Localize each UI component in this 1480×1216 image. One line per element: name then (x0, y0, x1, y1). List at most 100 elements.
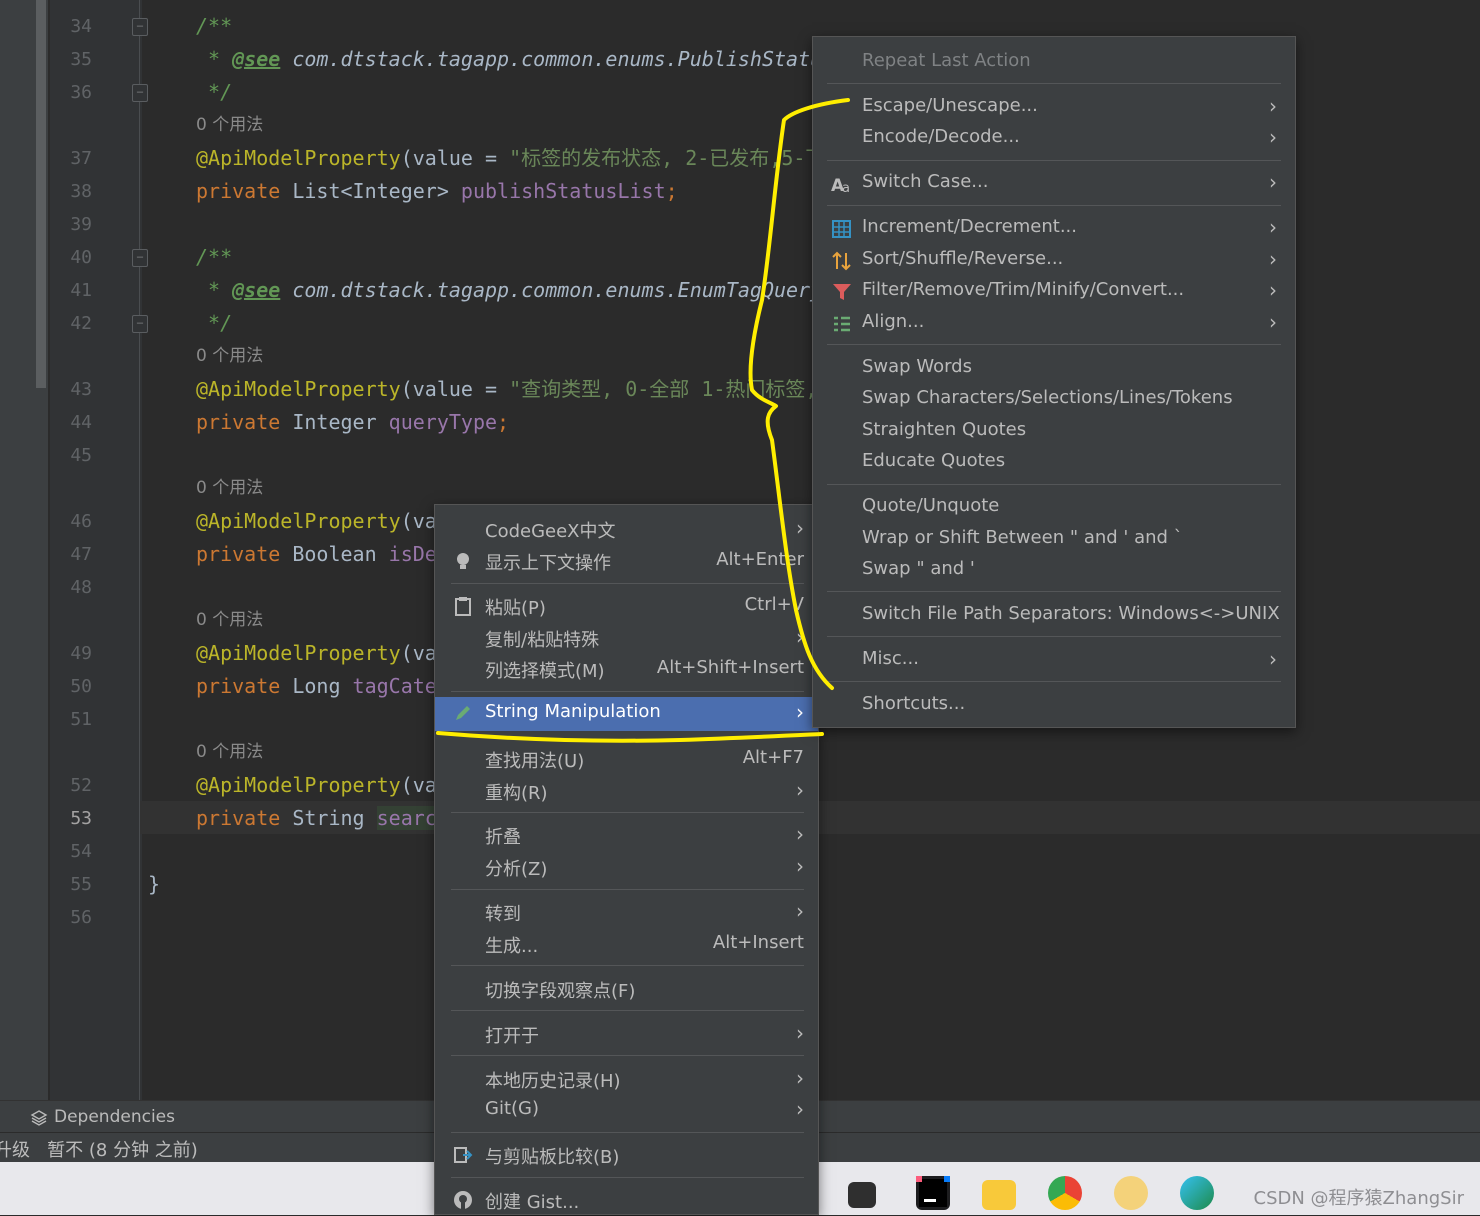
menu-item-label: String Manipulation (485, 701, 661, 722)
menu-item-refactor[interactable]: 重构(R) › (435, 775, 818, 807)
usage-hint[interactable]: 0 个用法 (196, 340, 263, 373)
submenu-item-filter-remove-trim[interactable]: Filter/Remove/Trim/Minify/Convert... › (813, 275, 1295, 307)
menu-separator (827, 591, 1281, 592)
code-line-41: * @see com.dtstack.tagapp.common.enums.E… (196, 274, 822, 307)
usage-hint[interactable]: 0 个用法 (196, 736, 263, 769)
submenu-item-swap-words[interactable]: Swap Words (813, 352, 1295, 384)
submenu-item-switch-case[interactable]: Aa Switch Case... › (813, 167, 1295, 199)
submenu-item-quote-unquote[interactable]: Quote/Unquote (813, 491, 1295, 523)
chevron-right-icon: › (1269, 125, 1277, 149)
menu-item-paste[interactable]: 粘贴(P) Ctrl+V (435, 590, 818, 622)
chevron-right-icon: › (1269, 94, 1277, 118)
menu-item-find-usages[interactable]: 查找用法(U) Alt+F7 (435, 743, 818, 775)
code-line-55: } (148, 868, 160, 901)
menu-separator (451, 1010, 804, 1011)
field-name: isDe (388, 542, 437, 566)
fold-marker-icon[interactable]: − (132, 315, 148, 333)
code-line-35: * @see com.dtstack.tagapp.common.enums.P… (196, 43, 822, 76)
menu-item-codegeex[interactable]: CodeGeeX中文 › (435, 513, 818, 545)
string-literal: "查询类型, 0-全部 1-热门标签,2 (509, 377, 830, 401)
fold-marker-icon[interactable]: − (132, 84, 148, 102)
menu-separator (827, 636, 1281, 637)
chevron-right-icon: › (1269, 215, 1277, 239)
submenu-item-escape-unescape[interactable]: Escape/Unescape... › (813, 91, 1295, 123)
intellij-logo-icon (916, 1176, 950, 1207)
usage-hint[interactable]: 0 个用法 (196, 604, 263, 637)
submenu-item-sort-shuffle-reverse[interactable]: Sort/Shuffle/Reverse... › (813, 244, 1295, 276)
editor-context-menu[interactable]: CodeGeeX中文 › 显示上下文操作 Alt+Enter 粘贴(P) Ctrl+V… (434, 504, 819, 1215)
code-text: (value = (400, 146, 510, 170)
app-window-icon[interactable] (848, 1182, 876, 1208)
filter-funnel-icon (833, 284, 851, 300)
menu-item-generate[interactable]: 生成... Alt+Insert (435, 928, 818, 960)
keyword: private (196, 674, 281, 698)
file-explorer-icon[interactable] (982, 1180, 1016, 1210)
type-name: List<Integer> (280, 179, 461, 203)
menu-item-compare-with-clipboard[interactable]: 与剪贴板比较(B) (435, 1139, 818, 1171)
submenu-item-swap-characters[interactable]: Swap Characters/Selections/Lines/Tokens (813, 383, 1295, 415)
submenu-item-align[interactable]: Align... › (813, 307, 1295, 339)
intellij-idea-icon[interactable] (916, 1176, 950, 1210)
menu-item-label: Sort/Shuffle/Reverse... (862, 248, 1064, 269)
code-line-53: private String searc (196, 802, 437, 835)
edge-icon[interactable] (1180, 1176, 1214, 1210)
code-line-43: @ApiModelProperty(value = "查询类型, 0-全部 1-… (196, 373, 830, 406)
fold-marker-icon[interactable]: − (132, 18, 148, 36)
usage-hint[interactable]: 0 个用法 (196, 109, 263, 142)
line-number: 39 (70, 214, 92, 235)
menu-item-show-context-actions[interactable]: 显示上下文操作 Alt+Enter (435, 545, 818, 577)
fold-marker-icon[interactable]: − (132, 249, 148, 267)
watermark: CSDN @程序猿ZhangSir (1253, 1188, 1464, 1209)
menu-item-label: 粘贴(P) (485, 598, 546, 619)
paw-app-icon[interactable] (1114, 1176, 1148, 1210)
line-number: 41 (70, 280, 92, 301)
submenu-item-educate-quotes[interactable]: Educate Quotes (813, 446, 1295, 478)
menu-item-open-in[interactable]: 打开于 › (435, 1018, 818, 1050)
menu-item-column-selection[interactable]: 列选择模式(M) Alt+Shift+Insert (435, 653, 818, 685)
menu-item-go-to[interactable]: 转到 › (435, 896, 818, 928)
chrome-icon[interactable] (1048, 1176, 1082, 1210)
lightbulb-icon (457, 553, 469, 569)
line-number: 46 (70, 511, 92, 532)
submenu-item-encode-decode[interactable]: Encode/Decode... › (813, 122, 1295, 154)
submenu-item-wrap-or-shift-quotes[interactable]: Wrap or Shift Between " and ' and ` (813, 523, 1295, 555)
line-number: 36 (70, 82, 92, 103)
menu-item-git[interactable]: Git(G) › (435, 1094, 818, 1126)
submenu-item-swap-quotes[interactable]: Swap " and ' (813, 554, 1295, 586)
menu-item-label: Switch File Path Separators: Windows<->U… (862, 603, 1280, 624)
menu-item-label: Escape/Unescape... (862, 95, 1038, 116)
doc-comment: /** (196, 245, 233, 269)
string-literal: "标签的发布状态, 2-已发布,5-下 (509, 146, 826, 170)
dependencies-tab[interactable]: Dependencies (54, 1107, 175, 1127)
chevron-right-icon: › (796, 1021, 804, 1045)
menu-item-local-history[interactable]: 本地历史记录(H) › (435, 1063, 818, 1095)
semicolon: ; (665, 179, 678, 203)
submenu-item-shortcuts[interactable]: Shortcuts... (813, 689, 1295, 721)
menu-item-folding[interactable]: 折叠 › (435, 819, 818, 851)
submenu-item-misc[interactable]: Misc... › (813, 644, 1295, 676)
compare-clipboard-icon (454, 1147, 473, 1163)
annotation: @ApiModelProperty (196, 509, 401, 533)
code-line-38: private List<Integer> publishStatusList; (196, 175, 678, 208)
submenu-item-switch-file-path-separators[interactable]: Switch File Path Separators: Windows<->U… (813, 599, 1295, 631)
status-message[interactable]: 升级 暂不 (8 分钟 之前) (0, 1136, 198, 1162)
keyword: private (196, 410, 281, 434)
shortcut-label: Alt+Enter (716, 549, 804, 570)
menu-item-label: 分析(Z) (485, 859, 548, 880)
pencil-icon (456, 706, 470, 720)
submenu-item-straighten-quotes[interactable]: Straighten Quotes (813, 415, 1295, 447)
submenu-item-repeat-last-action: Repeat Last Action (813, 46, 1295, 78)
sort-arrows-icon (832, 251, 851, 271)
menu-item-toggle-field-watchpoint[interactable]: 切换字段观察点(F) (435, 973, 818, 1005)
usage-hint[interactable]: 0 个用法 (196, 472, 263, 505)
menu-item-analyze[interactable]: 分析(Z) › (435, 851, 818, 883)
menu-item-create-gist[interactable]: 创建 Gist... (435, 1184, 818, 1216)
menu-item-label: 列选择模式(M) (485, 661, 605, 682)
menu-item-copy-paste-special[interactable]: 复制/粘贴特殊 › (435, 622, 818, 654)
string-manipulation-submenu[interactable]: Repeat Last Action Escape/Unescape... › E… (812, 36, 1296, 728)
code-line-47: private Boolean isDe (196, 538, 437, 571)
submenu-item-increment-decrement[interactable]: Increment/Decrement... › (813, 212, 1295, 244)
menu-item-string-manipulation[interactable]: String Manipulation › (435, 697, 818, 731)
chevron-right-icon: › (1269, 647, 1277, 671)
left-scrollbar-thumb[interactable] (36, 0, 46, 388)
